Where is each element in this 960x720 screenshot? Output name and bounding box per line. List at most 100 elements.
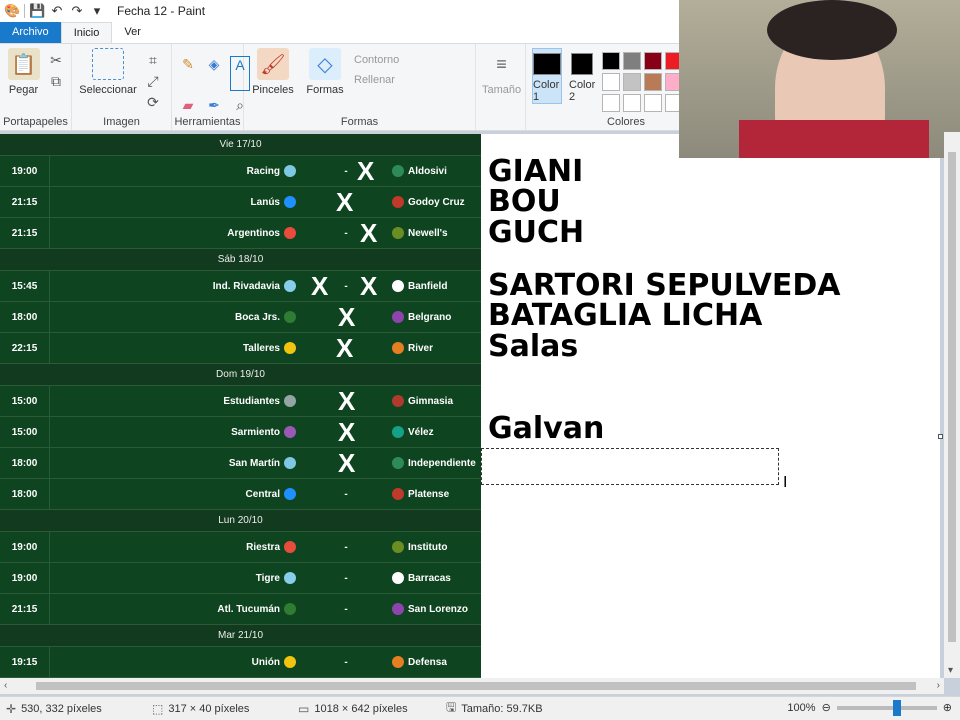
team-crest-icon bbox=[392, 196, 404, 208]
fixture-away: Banfield bbox=[392, 280, 447, 292]
fixture-away: River bbox=[392, 342, 433, 354]
color1-button[interactable]: Color 1 bbox=[532, 48, 562, 104]
color2-swatch bbox=[571, 53, 594, 75]
home-team-name: Unión bbox=[251, 656, 280, 668]
palette-swatch[interactable] bbox=[644, 94, 663, 112]
group-label-portapapeles: Portapapeles bbox=[3, 116, 68, 128]
team-crest-icon bbox=[284, 342, 296, 354]
team-crest-icon bbox=[284, 227, 296, 239]
webcam-overlay bbox=[679, 0, 960, 158]
rotate-icon[interactable]: ⟳ bbox=[144, 94, 162, 111]
outline-dropdown[interactable]: Contorno bbox=[354, 54, 399, 66]
tab-archivo[interactable]: Archivo bbox=[0, 22, 61, 44]
home-team-name: San Martín bbox=[228, 457, 280, 469]
team-crest-icon bbox=[392, 227, 404, 239]
fixture-row: 18:00 Central - Platense bbox=[0, 479, 481, 510]
fixture-time: 18:00 bbox=[0, 448, 50, 478]
copy-icon[interactable]: ⧉ bbox=[47, 73, 65, 90]
team-crest-icon bbox=[392, 280, 404, 292]
tab-inicio[interactable]: Inicio bbox=[60, 22, 113, 44]
team-crest-icon bbox=[392, 165, 404, 177]
color1-swatch bbox=[533, 53, 561, 75]
fixture-row: 18:00 Boca Jrs. - Belgrano X bbox=[0, 302, 481, 333]
home-team-name: Tigre bbox=[255, 572, 280, 584]
fill-bucket-icon[interactable]: ◈ bbox=[204, 56, 224, 91]
away-team-name: Platense bbox=[408, 488, 450, 500]
palette-swatch[interactable] bbox=[602, 73, 621, 91]
text-selection-box[interactable] bbox=[481, 448, 779, 485]
scroll-right-icon[interactable]: › bbox=[937, 680, 940, 691]
shapes-icon: ◇ bbox=[309, 48, 341, 80]
customize-qat-icon[interactable]: ▾ bbox=[89, 3, 105, 19]
pencil-icon[interactable]: ✎ bbox=[178, 56, 198, 91]
tab-ver[interactable]: Ver bbox=[112, 22, 153, 44]
fixture-away: Defensa bbox=[392, 656, 447, 668]
drawn-x-mark: X bbox=[338, 302, 356, 332]
fixture-home: Estudiantes bbox=[50, 395, 300, 407]
canvas-resize-handle[interactable] bbox=[938, 434, 943, 439]
fixture-row: 19:00 Riestra - Instituto bbox=[0, 532, 481, 563]
fixture-time: 18:00 bbox=[0, 302, 50, 332]
vertical-scroll-thumb[interactable] bbox=[948, 152, 956, 642]
fixture-home: Ind. Rivadavia bbox=[50, 280, 300, 292]
away-team-name: San Lorenzo bbox=[408, 603, 469, 615]
fixture-home: Argentinos bbox=[50, 227, 300, 239]
fixture-separator: - bbox=[344, 603, 348, 615]
selection-size-text: 317 × 40 píxeles bbox=[168, 702, 250, 715]
horizontal-scrollbar[interactable]: ‹ › bbox=[0, 678, 944, 694]
palette-swatch[interactable] bbox=[644, 73, 663, 91]
zoom-slider-knob[interactable] bbox=[892, 699, 901, 716]
fixture-day-header: Dom 19/10 bbox=[0, 364, 481, 386]
resize-icon[interactable]: ⤢ bbox=[144, 73, 162, 90]
clipboard-icon: 📋 bbox=[7, 48, 40, 80]
team-crest-icon bbox=[284, 656, 296, 668]
palette-swatch[interactable] bbox=[623, 94, 642, 112]
fixture-day-header: Sáb 18/10 bbox=[0, 249, 481, 271]
paint-canvas[interactable]: Vie 17/10 19:00 Racing - Aldosivi X 21:15 Lanús… bbox=[0, 134, 943, 678]
brushes-label: Pinceles bbox=[252, 84, 294, 96]
fixture-away: Aldosivi bbox=[392, 165, 447, 177]
fixture-away: Independiente bbox=[392, 457, 476, 469]
away-team-name: Aldosivi bbox=[408, 165, 447, 177]
crop-icon[interactable]: ⌗ bbox=[144, 52, 162, 69]
redo-icon[interactable]: ↷ bbox=[69, 3, 85, 19]
group-tamano: ≡ Tamaño bbox=[476, 44, 526, 130]
scroll-down-icon[interactable]: ▾ bbox=[948, 665, 953, 676]
fixture-time: 21:15 bbox=[0, 218, 50, 248]
scroll-left-icon[interactable]: ‹ bbox=[4, 680, 7, 691]
vertical-scrollbar[interactable]: ▾ bbox=[944, 132, 960, 678]
away-team-name: Vélez bbox=[408, 426, 434, 438]
palette-swatch[interactable] bbox=[644, 52, 663, 70]
palette-swatch[interactable] bbox=[602, 94, 621, 112]
palette-swatch[interactable] bbox=[623, 73, 642, 91]
fill-dropdown[interactable]: Rellenar bbox=[354, 74, 399, 86]
zoom-out-icon[interactable]: ⊖ bbox=[822, 701, 831, 714]
fixture-row: 15:00 Sarmiento - Vélez X bbox=[0, 417, 481, 448]
color2-button[interactable]: Color 2 bbox=[568, 48, 596, 104]
fixture-row: 22:15 Talleres - River X bbox=[0, 333, 481, 364]
fixture-home: Lanús bbox=[50, 196, 300, 208]
palette-swatch[interactable] bbox=[623, 52, 642, 70]
home-team-name: Sarmiento bbox=[231, 426, 280, 438]
fixture-home: Unión bbox=[50, 656, 300, 668]
away-team-name: Banfield bbox=[408, 280, 448, 292]
palette-swatch[interactable] bbox=[602, 52, 621, 70]
fixture-time: 19:15 bbox=[0, 647, 50, 677]
size-button[interactable]: ≡ Tamaño bbox=[482, 48, 521, 130]
away-team-name: Godoy Cruz bbox=[408, 196, 465, 208]
fixture-away: Gimnasia bbox=[392, 395, 453, 407]
undo-icon[interactable]: ↶ bbox=[49, 3, 65, 19]
fixture-row: 19:15 Unión - Defensa bbox=[0, 647, 481, 678]
size-label: Tamaño bbox=[482, 84, 522, 96]
cut-icon[interactable]: ✂ bbox=[47, 52, 65, 69]
home-team-name: Atl. Tucumán bbox=[217, 603, 280, 615]
zoom-slider[interactable] bbox=[836, 699, 937, 716]
fixture-day-header: Lun 20/10 bbox=[0, 510, 481, 532]
team-crest-icon bbox=[392, 426, 404, 438]
team-crest-icon bbox=[284, 395, 296, 407]
zoom-in-icon[interactable]: ⊕ bbox=[943, 701, 952, 714]
horizontal-scroll-thumb[interactable] bbox=[36, 682, 916, 690]
shapes-label: Formas bbox=[306, 84, 344, 96]
save-icon[interactable]: 💾 bbox=[29, 3, 45, 19]
annotation-text: GUCH bbox=[488, 215, 585, 250]
